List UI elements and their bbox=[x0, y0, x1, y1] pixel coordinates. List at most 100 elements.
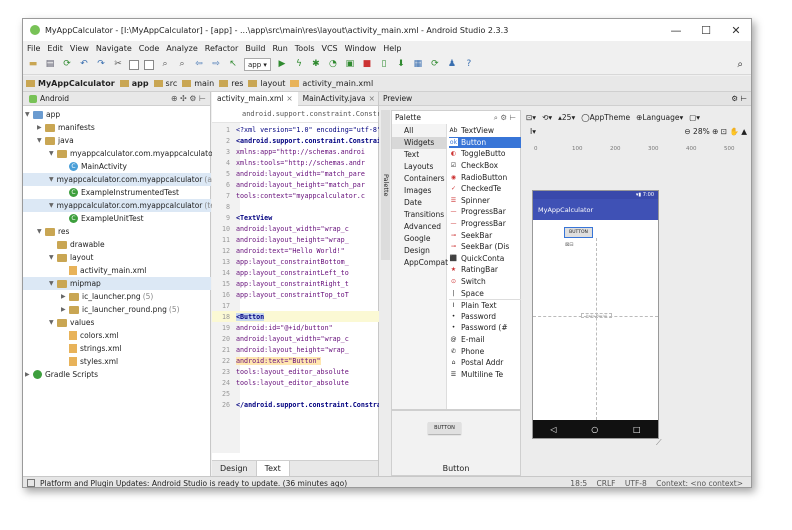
breadcrumb-src[interactable]: src bbox=[153, 79, 177, 88]
code-line[interactable]: 23 tools:layout_editor_absolute bbox=[212, 366, 379, 377]
widget-spinner[interactable]: ☰ Spinner bbox=[449, 195, 521, 207]
gear-icon[interactable]: ⚙ ⊢ bbox=[731, 94, 747, 103]
menu-tools[interactable]: Tools bbox=[295, 44, 315, 53]
tab-activity-main-xml[interactable]: activity_main.xml × bbox=[212, 91, 298, 106]
widget-checkbox[interactable]: ☑ CheckBox bbox=[449, 160, 521, 172]
breadcrumb-layout[interactable]: layout bbox=[248, 79, 285, 88]
tree-item-values[interactable]: ▼ values bbox=[49, 316, 94, 329]
maximize-button[interactable]: ☐ bbox=[691, 19, 721, 41]
tab-mainactivity-java[interactable]: MainActivity.java × bbox=[298, 92, 380, 106]
widget-radiobutton[interactable]: ◉ RadioButton bbox=[449, 171, 521, 183]
category-transitions[interactable]: Transitions bbox=[404, 209, 444, 221]
help-icon[interactable]: ? bbox=[463, 59, 475, 71]
expand-arrow-icon[interactable]: ▼ bbox=[25, 111, 33, 118]
menu-help[interactable]: Help bbox=[383, 44, 401, 53]
debug-icon[interactable]: ✱ bbox=[310, 59, 322, 71]
copy-icon[interactable] bbox=[129, 59, 139, 70]
code-line[interactable]: 16 app:layout_constraintTop_toT bbox=[212, 289, 379, 300]
widget-seekbar[interactable]: ⊸ SeekBar bbox=[449, 229, 521, 241]
palette-search-icon[interactable]: ⌕ ⚙ ⊢ bbox=[494, 113, 516, 123]
search-everywhere-icon[interactable]: ⌕ bbox=[737, 59, 743, 70]
category-images[interactable]: Images bbox=[404, 185, 431, 197]
tree-item-unit-test[interactable]: C ExampleUnitTest bbox=[69, 212, 144, 225]
forward-icon[interactable]: ⇨ bbox=[210, 59, 222, 71]
tab-design[interactable]: Design bbox=[212, 461, 256, 477]
tree-item-gradle-scripts[interactable]: ▶ Gradle Scripts bbox=[25, 368, 98, 381]
category-widgets[interactable]: Widgets bbox=[392, 137, 447, 149]
menu-window[interactable]: Window bbox=[345, 44, 377, 53]
stop-icon[interactable]: ■ bbox=[361, 59, 373, 71]
breadcrumb-file[interactable]: activity_main.xml bbox=[290, 79, 373, 88]
widget-space[interactable]: | Space bbox=[449, 287, 521, 299]
code-line[interactable]: 4 xmlns:tools="http://schemas.andr bbox=[212, 157, 379, 168]
device-icon[interactable]: ⊡▾ bbox=[526, 113, 536, 122]
expand-arrow-icon[interactable]: ▶ bbox=[25, 371, 33, 378]
widget-progressbar[interactable]: — ProgressBar bbox=[449, 206, 521, 218]
make-project-icon[interactable]: ↖ bbox=[227, 59, 239, 71]
expand-arrow-icon[interactable]: ▼ bbox=[49, 280, 57, 287]
profile-icon[interactable]: ◔ bbox=[327, 59, 339, 71]
widget-quickcontactbadge[interactable]: ⬛ QuickConta bbox=[449, 253, 521, 265]
tool-windows-icon[interactable] bbox=[27, 479, 35, 487]
tree-item-ic-launcher[interactable]: ▶ ic_launcher.png (5) bbox=[61, 290, 153, 303]
file-encoding[interactable]: UTF-8 bbox=[625, 479, 647, 488]
tree-item-styles[interactable]: styles.xml bbox=[69, 355, 118, 368]
expand-arrow-icon[interactable]: ▼ bbox=[49, 254, 57, 261]
zoom-in-icon[interactable]: ⊕ bbox=[712, 127, 718, 136]
constraint-handles-icon[interactable]: ⊠⊟ bbox=[565, 242, 579, 248]
widget-button[interactable]: ok Button bbox=[449, 136, 521, 149]
widget-email[interactable]: @ E-mail bbox=[449, 334, 521, 346]
breadcrumb-main[interactable]: main bbox=[182, 79, 214, 88]
widget-postal-address[interactable]: ⌂ Postal Addr bbox=[449, 357, 521, 369]
widget-switch[interactable]: ⊙ Switch bbox=[449, 276, 521, 288]
code-line[interactable]: 12 android:text="Hello World!" bbox=[212, 245, 379, 256]
menu-refactor[interactable]: Refactor bbox=[205, 44, 239, 53]
code-line[interactable]: 15 app:layout_constraintRight_t bbox=[212, 278, 379, 289]
close-tab-icon[interactable]: × bbox=[369, 94, 375, 103]
project-structure-icon[interactable]: ▦ bbox=[412, 59, 424, 71]
breadcrumb-res[interactable]: res bbox=[219, 79, 243, 88]
api-level-selector[interactable]: ▴25▾ bbox=[558, 113, 575, 122]
menu-run[interactable]: Run bbox=[272, 44, 287, 53]
tree-item-drawable[interactable]: drawable bbox=[57, 238, 105, 251]
breadcrumb-app[interactable]: app bbox=[119, 79, 149, 88]
code-line[interactable]: 21 android:layout_height="wrap_ bbox=[212, 344, 379, 355]
tree-item-java[interactable]: ▼ java bbox=[37, 134, 74, 147]
widget-seekbar-discrete[interactable]: ⊸ SeekBar (Dis bbox=[449, 241, 521, 253]
expand-arrow-icon[interactable]: ▶ bbox=[61, 293, 69, 300]
category-layouts[interactable]: Layouts bbox=[404, 161, 433, 173]
undo-icon[interactable]: ↶ bbox=[78, 59, 90, 71]
widget-togglebutton[interactable]: ◐ ToggleButto bbox=[449, 148, 521, 160]
category-advanced[interactable]: Advanced bbox=[404, 221, 441, 233]
tree-item-strings[interactable]: strings.xml bbox=[69, 342, 122, 355]
code-line[interactable]: 25 bbox=[212, 388, 379, 399]
instant-run-icon[interactable]: ϟ bbox=[293, 59, 305, 71]
code-line[interactable]: 8 bbox=[212, 201, 379, 212]
tree-item-ic-launcher-round[interactable]: ▶ ic_launcher_round.png (5) bbox=[61, 303, 180, 316]
tree-item-manifests[interactable]: ▶ manifests bbox=[37, 121, 95, 134]
widget-progressbar-horizontal[interactable]: — ProgressBar bbox=[449, 218, 521, 230]
warning-icon[interactable]: ▲ bbox=[741, 127, 747, 136]
line-separator[interactable]: CRLF bbox=[597, 479, 616, 488]
widget-checkedtextview[interactable]: ✓ CheckedTe bbox=[449, 183, 521, 195]
zoom-fit-icon[interactable]: ⊡ bbox=[721, 127, 727, 136]
cut-icon[interactable]: ✂ bbox=[112, 59, 124, 71]
pan-icon[interactable]: ✋ bbox=[729, 127, 738, 136]
layout-variants-icon[interactable]: ▢▾ bbox=[689, 113, 700, 122]
code-line[interactable]: 3 xmlns:app="http://schemas.androi bbox=[212, 146, 379, 157]
attach-debugger-icon[interactable]: ▣ bbox=[344, 59, 356, 71]
close-tab-icon[interactable]: × bbox=[286, 94, 292, 103]
code-line-current[interactable]: 18 <Button bbox=[212, 311, 379, 322]
menu-vcs[interactable]: VCS bbox=[322, 44, 338, 53]
tree-item-mainactivity[interactable]: C MainActivity bbox=[69, 160, 127, 173]
tree-item-mipmap[interactable]: ▼ mipmap bbox=[23, 277, 211, 290]
category-google[interactable]: Google bbox=[404, 233, 430, 245]
hello-world-textview[interactable]: Hello World! bbox=[581, 313, 612, 318]
text-cursor-icon[interactable]: I▾ bbox=[530, 127, 536, 136]
sync-icon[interactable]: ⟳ bbox=[61, 59, 73, 71]
code-line[interactable]: 22 android:text="Button" bbox=[212, 355, 379, 366]
find-icon[interactable]: ⌕ bbox=[159, 59, 171, 71]
menu-code[interactable]: Code bbox=[139, 44, 159, 53]
code-line[interactable]: 13 app:layout_constraintBottom_ bbox=[212, 256, 379, 267]
expand-arrow-icon[interactable]: ▶ bbox=[61, 306, 69, 313]
